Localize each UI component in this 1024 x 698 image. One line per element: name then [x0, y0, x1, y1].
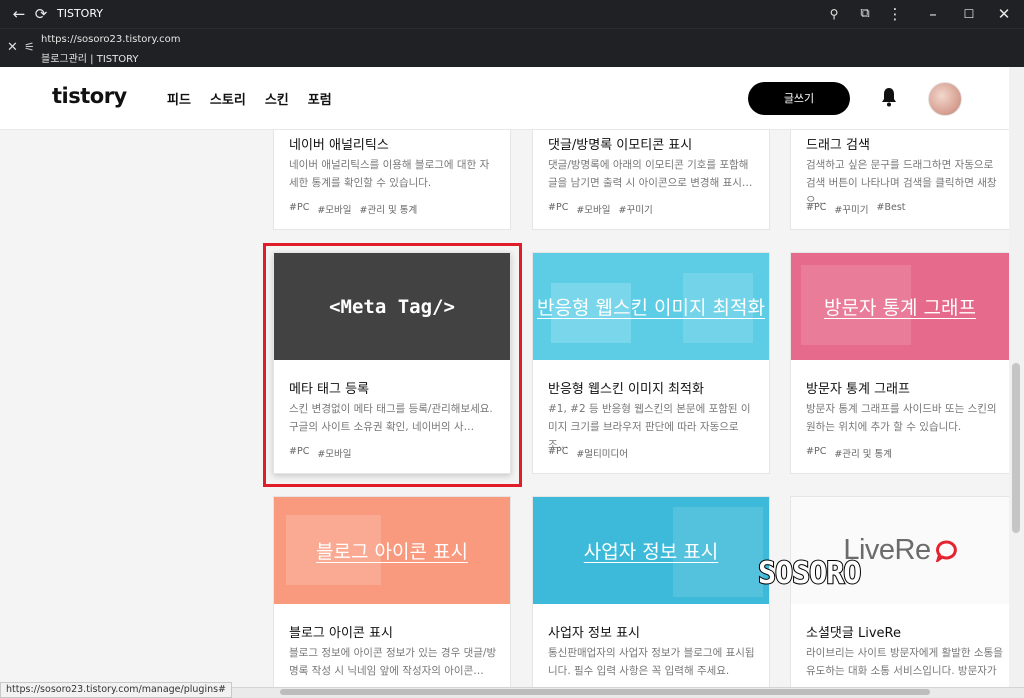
plugin-desc: 댓글/방명록에 아래의 이모티콘 기호를 포함해 글을 남기면 출력 시 아이콘… [548, 159, 753, 189]
plugin-name: 네이버 애널리틱스 [289, 138, 389, 153]
thumbnail-title: 반응형 웹스킨 이미지 최적화 [537, 297, 765, 319]
plugin-tags: #PC #모바일 #꾸미기 [548, 202, 653, 216]
plugin-desc: 통신판매업자의 사업자 정보가 블로그에 표시됩니다. 필수 입력 사항은 꼭 … [548, 647, 755, 677]
more-menu-icon[interactable]: ⋮ [886, 5, 904, 23]
tag[interactable]: #PC [548, 446, 568, 460]
plugin-list: 네이버 애널리틱스 네이버 애널리틱스를 이용해 블로그에 대한 자세한 통계를… [0, 130, 1009, 687]
plugin-tags: #PC #관리 및 통계 [806, 446, 892, 460]
thumbnail-title: 사업자 정보 표시 [583, 541, 719, 563]
nav-skin[interactable]: 스킨 [265, 89, 289, 108]
tag[interactable]: #모바일 [317, 202, 351, 216]
reload-icon[interactable]: ⟳ [32, 5, 50, 23]
tag[interactable]: #꾸미기 [834, 202, 868, 216]
plugin-thumbnail: 방문자 통계 그래프 [791, 253, 1009, 360]
plugin-thumbnail: 반응형 웹스킨 이미지 최적화 [533, 253, 769, 360]
plugin-name: 방문자 통계 그래프 [806, 382, 910, 397]
window-title: TISTORY [57, 7, 103, 20]
tag[interactable]: #PC [289, 202, 309, 216]
plugin-card[interactable]: 네이버 애널리틱스 네이버 애널리틱스를 이용해 블로그에 대한 자세한 통계를… [273, 130, 511, 230]
plugin-tags: #PC #멀티미디어 [548, 446, 628, 460]
plugin-card[interactable]: 사업자 정보 표시 사업자 정보 표시 통신판매업자의 사업자 정보가 블로그에… [532, 496, 770, 687]
zoom-icon[interactable]: ⚲ [825, 5, 843, 23]
plugin-tags: #PC #꾸미기 #Best [806, 202, 906, 216]
plugin-card[interactable]: 반응형 웹스킨 이미지 최적화 반응형 웹스킨 이미지 최적화 #1, #2 등… [532, 252, 770, 474]
maximize-icon[interactable]: ☐ [960, 5, 978, 23]
speech-bubble-icon [935, 539, 957, 562]
plugin-thumbnail: 블로그 아이콘 표시 [274, 497, 510, 604]
watermark: SOSORO [757, 555, 862, 592]
tag[interactable]: #PC [806, 446, 826, 460]
nav-story[interactable]: 스토리 [210, 89, 246, 108]
plugin-desc: 방문자 통계 그래프를 사이드바 또는 스킨의 원하는 위치에 추가 할 수 있… [806, 403, 997, 433]
plugin-name: 드래그 검색 [806, 138, 870, 153]
site-header: tistory 피드 스토리 스킨 포럼 글쓰기 [0, 67, 1009, 130]
highlight-box [263, 243, 522, 487]
tag[interactable]: #멀티미디어 [576, 446, 628, 460]
plugin-name: 댓글/방명록 이모티콘 표시 [548, 138, 693, 153]
minimize-icon[interactable]: – [924, 5, 942, 23]
plugin-desc: 네이버 애널리틱스를 이용해 블로그에 대한 자세한 통계를 확인할 수 있습니… [289, 159, 490, 189]
thumbnail-title: 블로그 아이콘 표시 [316, 541, 468, 563]
main-nav: 피드 스토리 스킨 포럼 [167, 89, 332, 108]
horizontal-scrollbar-thumb[interactable] [280, 689, 930, 695]
plugin-name: 소셜댓글 LiveRe [806, 626, 901, 641]
extensions-icon[interactable]: ⧉ [856, 5, 874, 23]
plugin-card[interactable]: LiveRe 소셜댓글 LiveRe 라이브리는 사이트 방문자에게 활발한 소… [790, 496, 1009, 687]
plugin-card[interactable]: 드래그 검색 검색하고 싶은 문구를 드래그하면 자동으로 검색 버튼이 나타나… [790, 130, 1009, 230]
plugin-card[interactable]: 방문자 통계 그래프 방문자 통계 그래프 방문자 통계 그래프를 사이드바 또… [790, 252, 1009, 474]
nav-forum[interactable]: 포럼 [308, 89, 332, 108]
plugin-name: 반응형 웹스킨 이미지 최적화 [548, 382, 704, 397]
plugin-desc: 라이브리는 사이트 방문자에게 활발한 소통을 유도하는 대화 소통 서비스입니… [806, 647, 1003, 687]
page-title: 블로그관리 | TISTORY [41, 54, 139, 65]
tag[interactable]: #모바일 [576, 202, 610, 216]
write-button[interactable]: 글쓰기 [748, 82, 850, 115]
plugin-card[interactable]: 블로그 아이콘 표시 블로그 아이콘 표시 블로그 정보에 아이콘 정보가 있는… [273, 496, 511, 687]
tag[interactable]: #관리 및 통계 [360, 202, 418, 216]
plugin-name: 사업자 정보 표시 [548, 626, 640, 641]
avatar[interactable] [928, 82, 962, 116]
nav-feed[interactable]: 피드 [167, 89, 191, 108]
tag[interactable]: #관리 및 통계 [834, 446, 892, 460]
tistory-logo[interactable]: tistory [52, 84, 127, 108]
plugin-desc: 블로그 정보에 아이콘 정보가 있는 경우 댓글/방명록 작성 시 닉네임 앞에… [289, 647, 497, 677]
plugin-name: 블로그 아이콘 표시 [289, 626, 393, 641]
scrollbar-thumb[interactable] [1012, 363, 1020, 533]
browser-title-bar: ← ⟳ TISTORY ⚲ ⧉ ⋮ – ☐ ✕ [0, 0, 1024, 28]
close-icon[interactable]: ✕ [7, 40, 18, 55]
bell-icon[interactable] [881, 86, 897, 108]
tag[interactable]: #꾸미기 [619, 202, 653, 216]
tag[interactable]: #PC [806, 202, 826, 216]
status-url: https://sosoro23.tistory.com/manage/plug… [0, 682, 233, 698]
tag[interactable]: #PC [548, 202, 568, 216]
url-text[interactable]: https://sosoro23.tistory.com [41, 34, 181, 45]
site-settings-icon[interactable]: ⚟ [24, 40, 35, 54]
back-arrow-icon[interactable]: ← [10, 5, 28, 23]
plugin-tags: #PC #모바일 #관리 및 통계 [289, 202, 417, 216]
plugin-card[interactable]: 댓글/방명록 이모티콘 표시 댓글/방명록에 아래의 이모티콘 기호를 포함해 … [532, 130, 770, 230]
address-bar: ✕ ⚟ https://sosoro23.tistory.com 블로그관리 |… [0, 28, 1024, 68]
thumbnail-title: 방문자 통계 그래프 [824, 297, 976, 319]
tag[interactable]: #Best [877, 202, 906, 216]
plugin-thumbnail: 사업자 정보 표시 [533, 497, 769, 604]
close-window-icon[interactable]: ✕ [995, 5, 1013, 23]
